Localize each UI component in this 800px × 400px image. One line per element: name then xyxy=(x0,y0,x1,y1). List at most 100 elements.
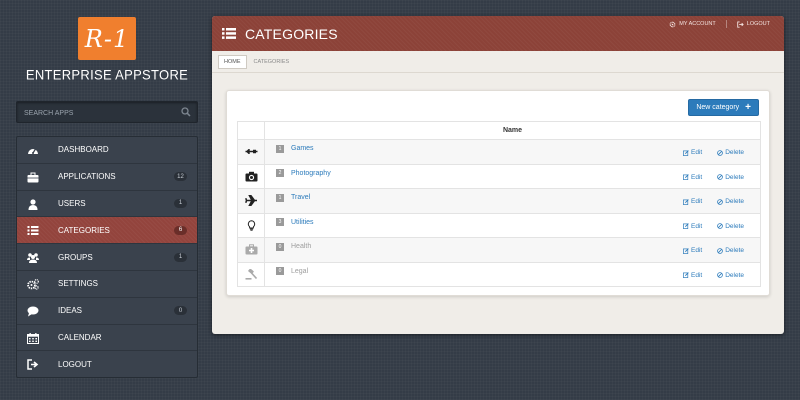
app-brand-title: ENTERPRISE APPSTORE xyxy=(25,66,189,83)
count-badge: 1 xyxy=(174,198,187,208)
list-icon xyxy=(222,28,236,39)
search-input[interactable] xyxy=(17,103,197,124)
category-link[interactable]: Legal xyxy=(291,268,308,275)
table-row: 1 Games Edit Delete xyxy=(237,139,761,165)
ban-icon xyxy=(717,272,724,278)
count-badge: 0 xyxy=(174,306,187,316)
edit-button[interactable]: Edit xyxy=(683,198,702,205)
category-icon-cell xyxy=(237,188,265,214)
app-count-badge: 3 xyxy=(276,218,284,227)
app-logo[interactable]: R-1 xyxy=(78,17,136,60)
lightbulb-icon xyxy=(247,220,255,231)
edit-label: Edit xyxy=(691,271,703,279)
page-header: CATEGORIES MY ACCOUNT LOGOUT xyxy=(212,16,784,51)
new-category-label: New category xyxy=(696,104,740,111)
edit-icon xyxy=(683,247,689,254)
sidebar-item-label: SETTINGS xyxy=(58,279,99,289)
edit-label: Edit xyxy=(691,173,703,181)
user-icon xyxy=(28,198,38,210)
edit-icon xyxy=(683,272,689,278)
calendar-icon xyxy=(27,332,39,344)
edit-label: Edit xyxy=(691,149,703,156)
delete-button[interactable]: Delete xyxy=(717,198,744,205)
edit-button[interactable]: Edit xyxy=(683,272,702,279)
category-name-cell: 3 Utilities Edit Delete xyxy=(264,212,761,238)
delete-label: Delete xyxy=(725,271,744,279)
app-count-badge: 2 xyxy=(276,169,284,178)
category-link[interactable]: Utilities xyxy=(291,219,314,226)
edit-button[interactable]: Edit xyxy=(683,149,702,156)
sign-out-icon xyxy=(27,359,39,371)
delete-button[interactable]: Delete xyxy=(717,247,744,254)
count-badge: 12 xyxy=(174,172,187,182)
delete-button[interactable]: Delete xyxy=(717,223,744,230)
edit-button[interactable]: Edit xyxy=(683,174,702,181)
table-row: 0 Legal Edit Delete xyxy=(237,261,761,287)
top-links: MY ACCOUNT LOGOUT xyxy=(669,20,770,28)
breadcrumb-home[interactable]: HOME xyxy=(218,54,247,69)
sidebar-item-label: APPLICATIONS xyxy=(58,172,116,182)
ban-icon xyxy=(717,174,724,180)
edit-icon xyxy=(683,149,689,156)
delete-label: Delete xyxy=(725,247,744,254)
edit-label: Edit xyxy=(691,222,703,230)
delete-button[interactable]: Delete xyxy=(717,174,744,181)
ban-icon xyxy=(717,223,724,229)
app-count-badge: 1 xyxy=(276,144,284,153)
dashboard-icon xyxy=(28,148,38,154)
category-link[interactable]: Health xyxy=(291,243,311,250)
sidebar-item-settings[interactable]: SETTINGS xyxy=(17,271,197,298)
gamepad-icon xyxy=(245,149,257,155)
sidebar-item-label: CATEGORIES xyxy=(58,225,110,235)
sidebar-item-calendar[interactable]: CALENDAR xyxy=(17,325,197,352)
sidebar-item-users[interactable]: USERS 1 xyxy=(17,191,197,218)
edit-icon xyxy=(683,223,689,229)
medkit-icon xyxy=(245,244,257,255)
category-icon-cell xyxy=(237,237,265,263)
sidebar-nav: DASHBOARD APPLICATIONS 12 USERS 1 CATEGO… xyxy=(16,136,198,378)
category-name-cell: 0 Health Edit Delete xyxy=(264,237,761,263)
table-header-row: Name xyxy=(237,121,761,140)
page-title: CATEGORIES xyxy=(245,26,338,42)
table-header-icon xyxy=(237,121,265,140)
sidebar-item-label: USERS xyxy=(58,198,86,208)
category-link[interactable]: Photography xyxy=(291,170,331,177)
sidebar-item-categories[interactable]: CATEGORIES 6 xyxy=(17,217,197,245)
app-count-badge: 1 xyxy=(276,193,284,202)
sidebar-item-label: CALENDAR xyxy=(58,332,102,342)
category-link[interactable]: Travel xyxy=(291,194,310,201)
new-category-button[interactable]: New category + xyxy=(688,99,759,116)
list-icon xyxy=(27,226,39,236)
sidebar-item-logout[interactable]: LOGOUT xyxy=(17,351,197,378)
my-account-link[interactable]: MY ACCOUNT xyxy=(669,21,716,28)
count-badge: 6 xyxy=(174,225,187,235)
plane-icon xyxy=(244,195,257,207)
delete-button[interactable]: Delete xyxy=(717,272,744,279)
gears-icon xyxy=(27,279,39,290)
category-name-cell: 1 Travel Edit Delete xyxy=(264,188,761,214)
sidebar-item-dashboard[interactable]: DASHBOARD xyxy=(17,137,197,164)
search-box xyxy=(16,101,198,124)
edit-button[interactable]: Edit xyxy=(683,223,702,230)
camera-icon xyxy=(245,171,257,182)
logout-link[interactable]: LOGOUT xyxy=(737,20,770,28)
main-panel: CATEGORIES MY ACCOUNT LOGOUT HOME CATEGO… xyxy=(212,16,784,334)
categories-table: Name 1 Games Edit Delete 2 Photography E… xyxy=(237,121,761,287)
category-icon-cell xyxy=(237,212,265,238)
sidebar-item-groups[interactable]: GROUPS 1 xyxy=(17,244,197,271)
delete-button[interactable]: Delete xyxy=(717,149,744,156)
table-header-name[interactable]: Name xyxy=(264,121,761,140)
category-icon-cell xyxy=(237,139,265,165)
my-account-label: MY ACCOUNT xyxy=(679,21,716,27)
table-row: 0 Health Edit Delete xyxy=(237,237,761,263)
sidebar-item-applications[interactable]: APPLICATIONS 12 xyxy=(17,164,197,191)
category-link[interactable]: Games xyxy=(291,145,314,152)
count-badge: 1 xyxy=(174,252,187,262)
edit-button[interactable]: Edit xyxy=(683,247,702,254)
ban-icon xyxy=(717,247,724,254)
sidebar-item-ideas[interactable]: IDEAS 0 xyxy=(17,298,197,325)
group-icon xyxy=(27,253,39,264)
delete-label: Delete xyxy=(725,198,744,205)
search-icon[interactable] xyxy=(181,107,191,117)
breadcrumb-current: CATEGORIES xyxy=(253,58,290,65)
